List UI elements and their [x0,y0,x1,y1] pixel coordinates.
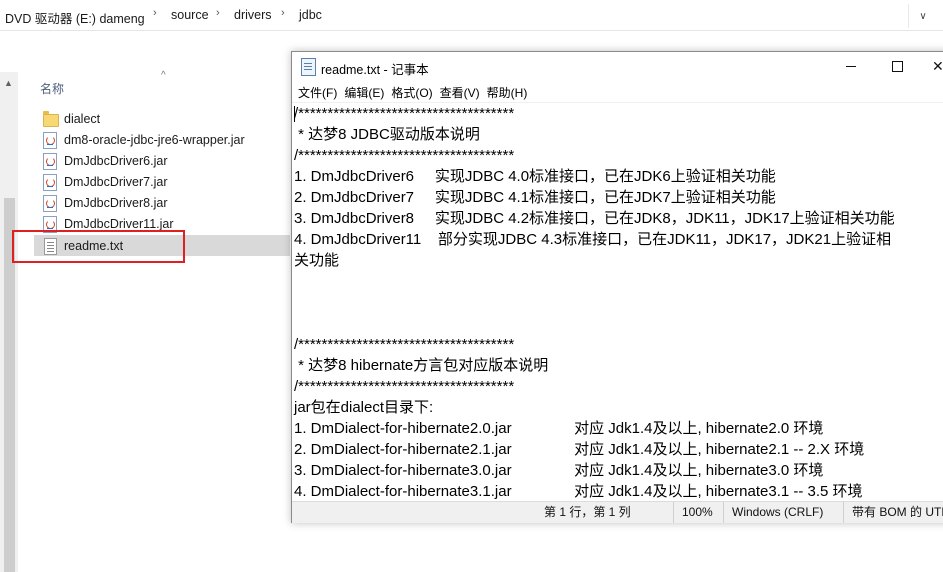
notepad-title-bar[interactable]: readme.txt - 记事本 ✕ [292,52,943,81]
text-line: /************************************* [294,336,515,353]
file-name: dm8-oracle-jdbc-jre6-wrapper.jar [64,132,245,147]
menu-bar: 文件(F) 编辑(E) 格式(O) 查看(V) 帮助(H) [292,81,943,102]
status-encoding: 带有 BOM 的 UTF-8 [843,502,943,523]
breadcrumb-drivers[interactable]: drivers [234,8,272,22]
breadcrumb-separator-icon[interactable]: › [281,7,285,19]
text-line: 关功能 [294,252,340,269]
text-line: /************************************* [294,378,515,395]
text-line: /************************************* [294,147,515,164]
text-line: * 达梦8 hibernate方言包对应版本说明 [294,357,549,374]
breadcrumb-separator-icon[interactable]: › [153,7,157,19]
jar-file-icon [42,173,58,191]
breadcrumb-jdbc[interactable]: jdbc [299,8,322,22]
text-line: 2. DmDialect-for-hibernate2.1.jar 对应 Jdk… [294,441,865,458]
file-name: dialect [64,111,101,126]
highlight-box [12,230,185,263]
column-header-name[interactable]: 名称 [40,80,64,97]
window-title: readme.txt - 记事本 [321,63,429,77]
address-dropdown-icon[interactable]: ∨ [908,4,937,28]
file-item-dialect[interactable]: dialect [34,108,290,129]
menu-edit[interactable]: 编辑(E) [338,81,384,102]
file-item-driver6[interactable]: DmJdbcDriver6.jar [34,150,290,171]
notepad-window: readme.txt - 记事本 ✕ 文件(F) 编辑(E) 格式(O) 查看(… [291,51,943,523]
file-name: DmJdbcDriver8.jar [64,195,168,210]
text-line: 4. DmDialect-for-hibernate3.1.jar 对应 Jdk… [294,483,863,500]
status-zoom: 100% [673,502,713,523]
breadcrumb-drive[interactable]: DVD 驱动器 (E:) dameng [5,8,145,27]
breadcrumb-separator-icon[interactable]: › [216,7,220,19]
jar-file-icon [42,131,58,149]
minimize-button[interactable] [828,52,874,81]
sort-ascending-icon: ^ [161,70,166,81]
address-bar[interactable]: DVD 驱动器 (E:) dameng › source › drivers ›… [0,0,943,31]
text-line: * 达梦8 JDBC驱动版本说明 [294,126,480,143]
jar-file-icon [42,194,58,212]
close-button[interactable]: ✕ [920,52,943,81]
text-line: 1. DmDialect-for-hibernate2.0.jar 对应 Jdk… [294,420,824,437]
file-name: DmJdbcDriver11.jar [64,216,174,231]
scroll-up-arrow-icon[interactable]: ▲ [4,78,13,88]
text-line: 3. DmDialect-for-hibernate3.0.jar 对应 Jdk… [294,462,824,479]
notepad-app-icon[interactable] [301,58,316,76]
jar-file-icon [42,152,58,170]
minimize-icon [846,66,856,67]
menu-view[interactable]: 查看(V) [434,81,480,102]
maximize-button[interactable] [874,52,920,81]
text-line: 1. DmJdbcDriver6 实现JDBC 4.0标准接口，已在JDK6上验… [294,168,776,185]
menu-help[interactable]: 帮助(H) [481,81,528,102]
file-name: DmJdbcDriver6.jar [64,153,168,168]
status-line-ending: Windows (CRLF) [723,502,823,523]
text-line: jar包在dialect目录下: [294,399,434,416]
file-item-driver7[interactable]: DmJdbcDriver7.jar [34,171,290,192]
file-item-driver8[interactable]: DmJdbcDriver8.jar [34,192,290,213]
left-scrollbar[interactable]: ▲ [0,72,18,572]
menu-file[interactable]: 文件(F) [292,81,337,102]
folder-icon [42,110,59,127]
maximize-icon [891,61,903,72]
breadcrumb-source[interactable]: source [171,8,209,22]
menu-format[interactable]: 格式(O) [385,81,432,102]
text-line: /************************************* [294,105,515,122]
status-cursor-position: 第 1 行，第 1 列 [544,505,631,519]
file-item-wrapper-jar[interactable]: dm8-oracle-jdbc-jre6-wrapper.jar [34,129,290,150]
file-name: DmJdbcDriver7.jar [64,174,168,189]
text-editor-area[interactable]: /************************************* *… [292,102,943,502]
text-line: 2. DmJdbcDriver7 实现JDBC 4.1标准接口，已在JDK7上验… [294,189,776,206]
text-line: 3. DmJdbcDriver8 实现JDBC 4.2标准接口，已在JDK8，J… [294,210,895,227]
close-icon: ✕ [932,58,943,74]
text-line: 4. DmJdbcDriver11 部分实现JDBC 4.3标准接口，已在JDK… [294,231,892,248]
status-bar: 第 1 行，第 1 列 100% Windows (CRLF) 带有 BOM 的… [292,501,943,523]
